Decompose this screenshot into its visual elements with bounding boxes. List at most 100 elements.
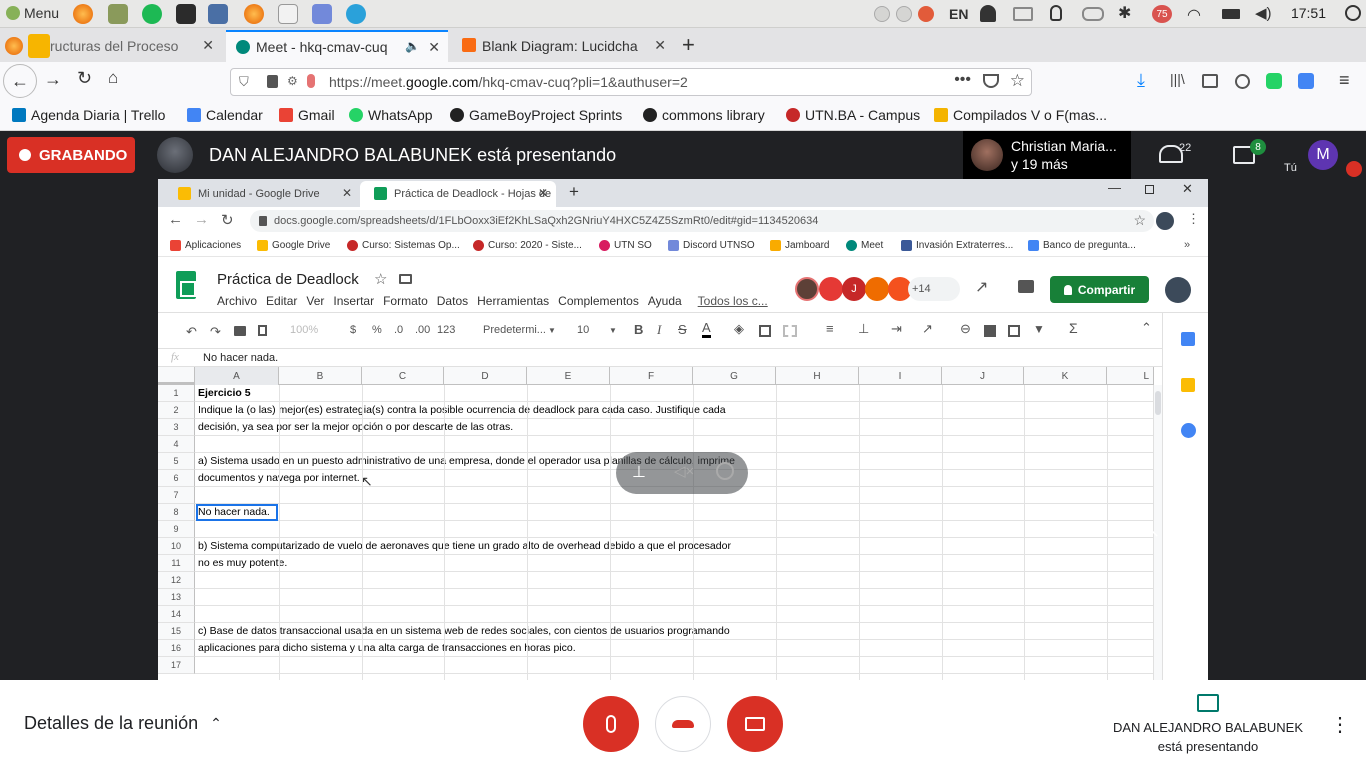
url-bar[interactable]: ⛉ ⚙ https://meet. google.com/hkq-cmav-cuq…	[230, 68, 1032, 96]
row-header[interactable]: 4	[158, 436, 195, 453]
sidebar-icon[interactable]	[1202, 74, 1218, 88]
bookmark-gmail[interactable]: Gmail	[279, 107, 335, 123]
home-icon[interactable]: ⌂	[108, 68, 118, 88]
page-actions-icon[interactable]: •••	[954, 71, 971, 89]
more-options-icon[interactable]: ⋮	[1187, 211, 1200, 227]
system-monitor-icon[interactable]	[278, 4, 298, 24]
shared-bookmark[interactable]: Discord UTNSO	[668, 240, 755, 251]
currency-format[interactable]: $	[350, 324, 356, 336]
app-launcher-icon[interactable]	[108, 4, 128, 24]
shared-tab-drive[interactable]: Mi unidad - Google Drive ✕	[164, 181, 360, 207]
shield-icon[interactable]: ⛉	[239, 74, 249, 90]
redo-icon[interactable]: ↷	[210, 324, 221, 340]
lock-icon[interactable]	[267, 75, 278, 88]
permissions-icon[interactable]: ⚙	[287, 74, 298, 88]
bookmark-star-icon[interactable]: ☆	[1133, 212, 1146, 229]
active-participant-tile[interactable]: Christian Maria... y 19 más	[963, 131, 1131, 179]
table-row[interactable]	[195, 436, 1154, 453]
discord-icon[interactable]	[312, 4, 332, 24]
column-header[interactable]: F	[610, 367, 693, 385]
text-wrap-icon[interactable]: ⇥	[891, 321, 902, 337]
more-options-icon[interactable]: ⋮	[1330, 712, 1350, 737]
row-header[interactable]: 9	[158, 521, 195, 538]
insert-comment-icon[interactable]	[984, 325, 996, 337]
bookmark-gameboy[interactable]: GameBoyProject Sprints	[450, 107, 622, 123]
row-header[interactable]: 12	[158, 572, 195, 589]
column-header[interactable]: E	[527, 367, 610, 385]
align-vertical-icon[interactable]: ⊥	[858, 321, 869, 337]
drive-status-icon[interactable]	[1013, 7, 1033, 21]
account-icon[interactable]	[1235, 74, 1250, 89]
library-icon[interactable]: |||\	[1170, 71, 1185, 87]
bold-icon[interactable]: B	[634, 322, 643, 337]
formula-input[interactable]: No hacer nada.	[203, 352, 278, 364]
insert-link-icon[interactable]: ⊖	[960, 321, 971, 337]
table-row[interactable]: No hacer nada.	[195, 504, 1154, 521]
activity-dashboard-icon[interactable]: ↗	[975, 277, 988, 297]
microphone-sharing-icon[interactable]	[28, 34, 50, 58]
reload-icon[interactable]: ↻	[221, 211, 234, 229]
table-row[interactable]	[195, 657, 1154, 674]
fill-color-icon[interactable]: ◈	[734, 321, 744, 337]
row-header[interactable]: 2	[158, 402, 195, 419]
collaborator-avatar[interactable]: J	[842, 277, 866, 301]
bookmark-compilados[interactable]: Compilados V o F(mas...	[934, 107, 1107, 123]
menu-insertar[interactable]: Insertar	[333, 294, 374, 308]
menu-editar[interactable]: Editar	[266, 294, 297, 308]
collaborator-avatar[interactable]	[795, 277, 819, 301]
text-color-icon[interactable]: A	[702, 320, 711, 338]
back-icon[interactable]: ←	[3, 64, 37, 98]
menu-formato[interactable]: Formato	[383, 294, 428, 308]
row-header[interactable]: 8	[158, 504, 195, 521]
collapse-toolbar-icon[interactable]: ⌃	[1141, 320, 1152, 336]
cell-a[interactable]: Ejercicio 5	[198, 387, 251, 399]
app-launcher-icon-2[interactable]	[208, 4, 228, 24]
tab-lucidchart[interactable]: Blank Diagram: Lucidcha ✕	[452, 30, 674, 62]
star-icon[interactable]: ☆	[374, 270, 387, 288]
bookmark-whatsapp[interactable]: WhatsApp	[349, 107, 433, 123]
merge-cells-icon[interactable]	[783, 325, 797, 337]
restore-icon[interactable]	[1145, 185, 1154, 194]
pocket-icon[interactable]	[983, 74, 999, 88]
more-bookmarks-icon[interactable]: »	[1184, 239, 1190, 251]
column-header[interactable]: A	[195, 367, 279, 385]
close-tab-icon[interactable]: ✕	[202, 37, 214, 54]
row-header[interactable]: 16	[158, 640, 195, 657]
percent-format[interactable]: %	[372, 324, 382, 336]
meeting-details-button[interactable]: Detalles de la reunión ⌃	[24, 713, 222, 734]
close-tab-icon[interactable]: ✕	[654, 37, 666, 54]
font-select[interactable]: Predetermi...	[483, 324, 546, 336]
cell-a[interactable]: no es muy potente.	[198, 557, 287, 569]
window-maximize-icon[interactable]	[896, 6, 912, 22]
strikethrough-icon[interactable]: S	[678, 322, 687, 337]
back-icon[interactable]: ←	[168, 211, 183, 228]
row-header[interactable]: 3	[158, 419, 195, 436]
table-row[interactable]	[195, 606, 1154, 623]
hamburger-menu-icon[interactable]: ≡	[1339, 70, 1350, 91]
doc-title[interactable]: Práctica de Deadlock	[217, 271, 359, 288]
menu-archivo[interactable]: Archivo	[217, 294, 257, 308]
italic-icon[interactable]: I	[657, 322, 661, 338]
sheets-logo-icon[interactable]	[176, 271, 196, 299]
forward-icon[interactable]: →	[194, 211, 209, 228]
keep-addon-icon[interactable]	[1181, 378, 1195, 392]
shared-bookmark[interactable]: Curso: 2020 - Siste...	[473, 240, 582, 251]
notification-bell-icon[interactable]	[980, 5, 996, 22]
collaborator-avatar[interactable]	[865, 277, 889, 301]
terminal-icon[interactable]	[176, 4, 196, 24]
cell-a[interactable]: Indique la (o las) mejor(es) estrategia(…	[198, 404, 726, 416]
os-menu-button[interactable]: Menu	[6, 5, 59, 21]
column-header[interactable]: B	[279, 367, 362, 385]
shared-bookmark[interactable]: Meet	[846, 240, 883, 251]
row-header[interactable]: 15	[158, 623, 195, 640]
column-header[interactable]: J	[942, 367, 1024, 385]
shared-bookmark[interactable]: Google Drive	[257, 240, 330, 251]
table-row[interactable]: Ejercicio 5	[195, 385, 1154, 402]
menu-datos[interactable]: Datos	[437, 294, 468, 308]
battery-icon[interactable]	[1222, 9, 1240, 19]
cell-a[interactable]: b) Sistema computarizado de vuelo de aer…	[198, 540, 731, 552]
calendar-addon-icon[interactable]	[1181, 332, 1195, 346]
pin-icon[interactable]: ⊥	[632, 462, 646, 482]
translate-ext-icon[interactable]	[1298, 73, 1314, 89]
bookmark-commons[interactable]: commons library	[643, 107, 765, 123]
